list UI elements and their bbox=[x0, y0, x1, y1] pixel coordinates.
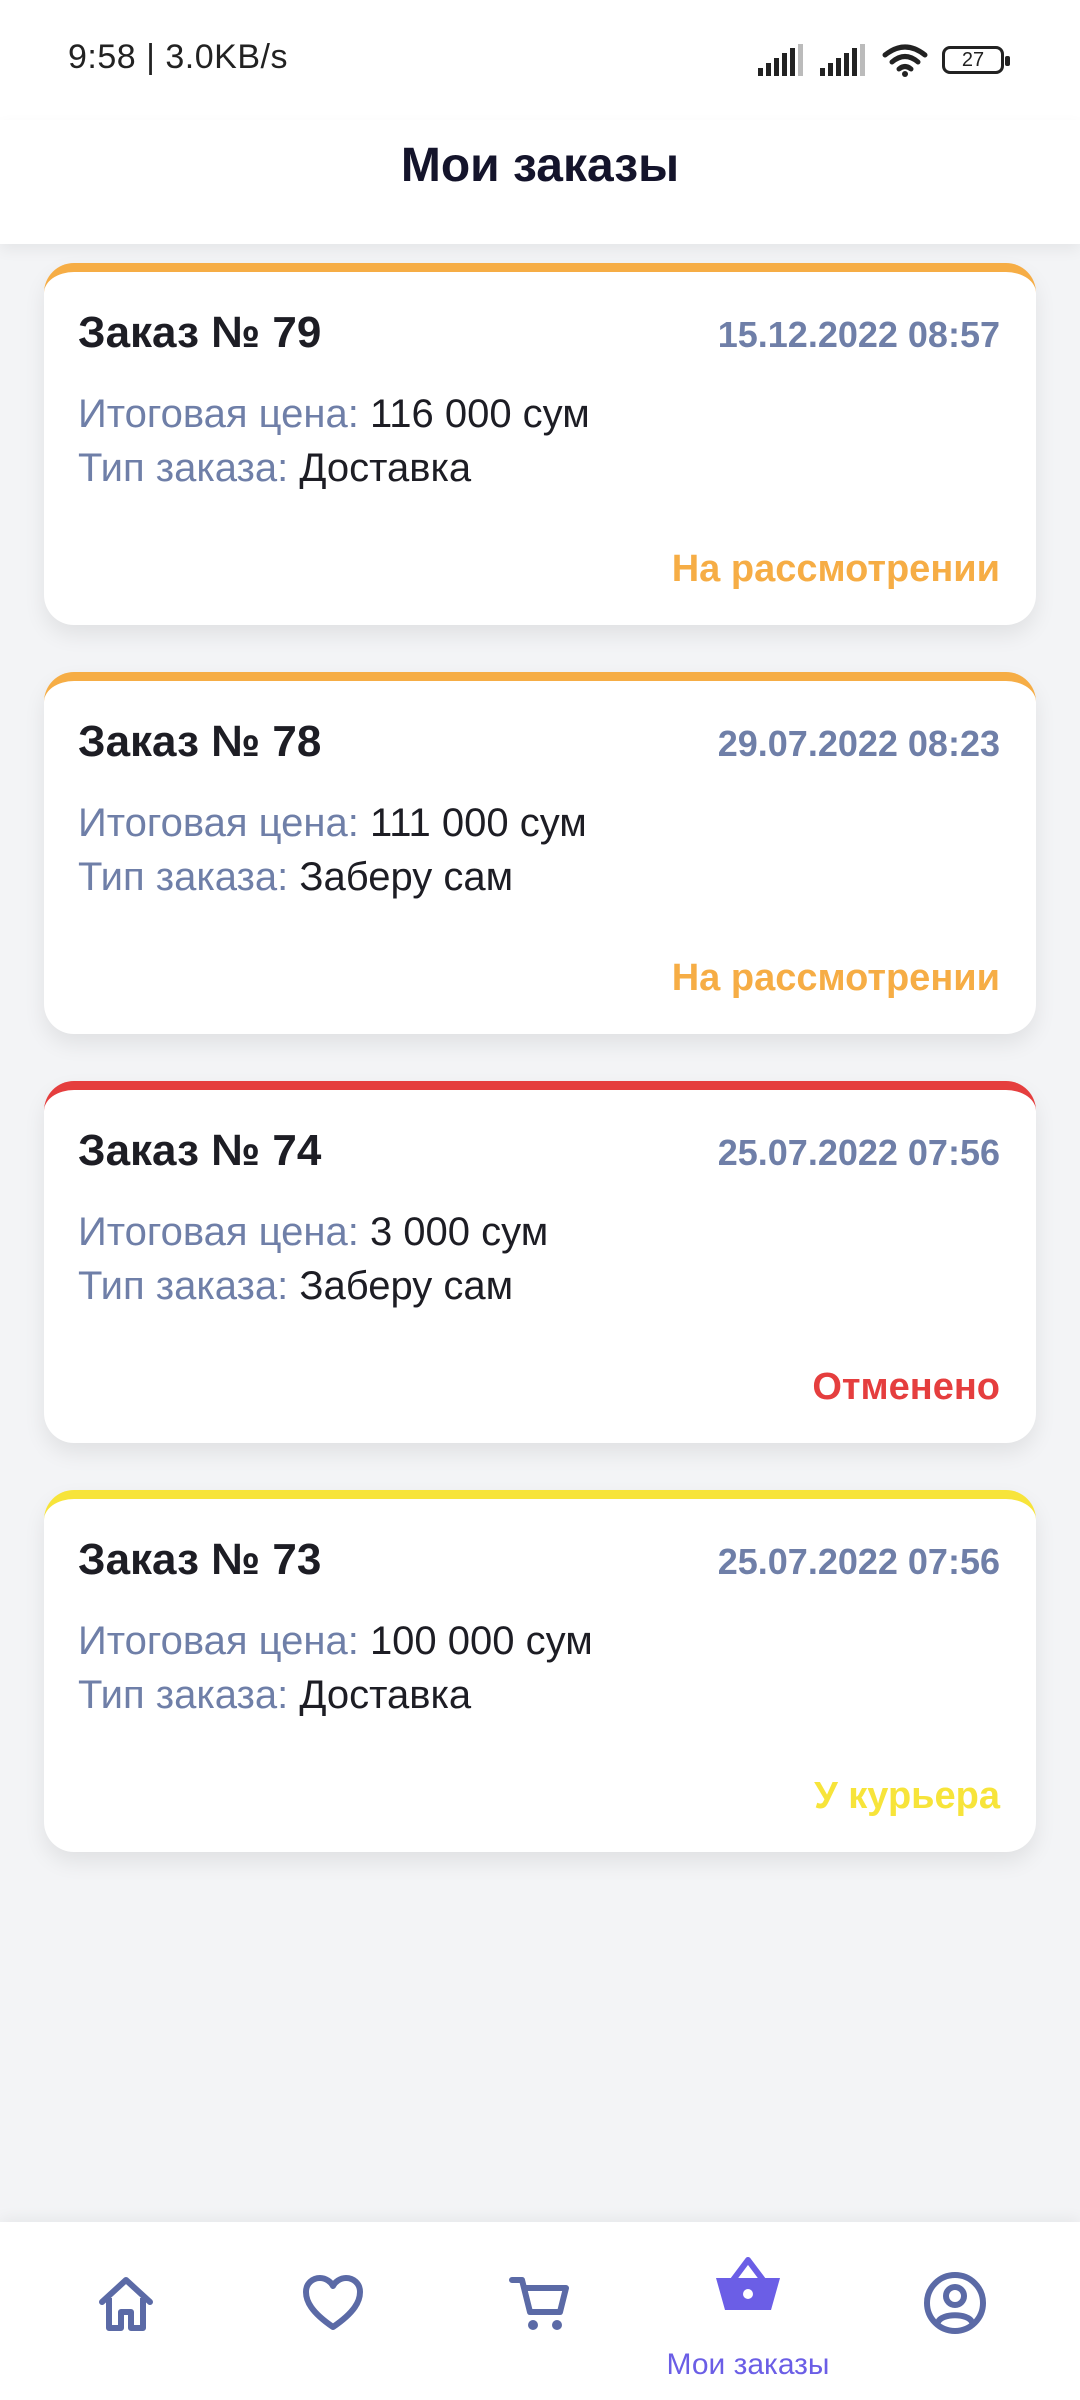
page-title: Мои заказы bbox=[400, 139, 680, 192]
order-price-label: Итоговая цена: bbox=[78, 1210, 359, 1254]
order-price-row: Итоговая цена: 116 000 сум bbox=[78, 392, 590, 437]
order-status: Отменено bbox=[812, 1366, 1000, 1408]
nav-favorites[interactable] bbox=[225, 2222, 441, 2400]
order-date: 25.07.2022 07:56 bbox=[717, 1541, 1000, 1582]
status-time: 9:58 | 3.0KB/s bbox=[68, 38, 288, 76]
nav-my-orders[interactable]: Мои заказы bbox=[640, 2222, 856, 2400]
wifi-icon bbox=[882, 44, 928, 77]
order-title: Заказ № 73 bbox=[78, 1535, 322, 1584]
order-price-label: Итоговая цена: bbox=[78, 1619, 359, 1663]
order-card[interactable]: Заказ № 79 15.12.2022 08:57 Итоговая цен… bbox=[44, 263, 1036, 625]
order-type-label: Тип заказа: bbox=[78, 1264, 289, 1308]
order-type-label: Тип заказа: bbox=[78, 1673, 289, 1717]
battery-icon: 27 bbox=[942, 46, 1010, 74]
cart-icon bbox=[509, 2277, 569, 2330]
nav-home[interactable] bbox=[18, 2222, 234, 2400]
signal-icon bbox=[758, 44, 803, 76]
order-date: 29.07.2022 08:23 bbox=[717, 723, 1000, 764]
order-price-label: Итоговая цена: bbox=[78, 392, 359, 436]
order-type-row: Тип заказа: Заберу сам bbox=[78, 1264, 513, 1309]
order-status: У курьера bbox=[814, 1775, 1000, 1817]
nav-my-orders-label: Мои заказы bbox=[666, 2348, 830, 2381]
order-type-value: Доставка bbox=[299, 446, 472, 490]
order-price-label: Итоговая цена: bbox=[78, 801, 359, 845]
bottom-navigation: Мои заказы bbox=[0, 2222, 1080, 2400]
order-title: Заказ № 79 bbox=[78, 308, 322, 357]
order-card[interactable]: Заказ № 73 25.07.2022 07:56 Итоговая цен… bbox=[44, 1490, 1036, 1852]
nav-cart[interactable] bbox=[432, 2222, 648, 2400]
order-price-row: Итоговая цена: 3 000 сум bbox=[78, 1210, 548, 1255]
order-type-value: Доставка bbox=[299, 1673, 472, 1717]
order-type-row: Тип заказа: Доставка bbox=[78, 446, 471, 491]
order-price-row: Итоговая цена: 111 000 сум bbox=[78, 801, 587, 846]
order-status: На рассмотрении bbox=[671, 548, 1000, 590]
home-icon bbox=[99, 2277, 153, 2331]
order-card[interactable]: Заказ № 74 25.07.2022 07:56 Итоговая цен… bbox=[44, 1081, 1036, 1443]
order-type-label: Тип заказа: bbox=[78, 855, 289, 899]
order-date: 15.12.2022 08:57 bbox=[717, 314, 1000, 355]
battery-level: 27 bbox=[961, 48, 985, 71]
signal-icon bbox=[820, 44, 865, 76]
order-title: Заказ № 74 bbox=[78, 1126, 322, 1175]
nav-profile[interactable] bbox=[847, 2222, 1063, 2400]
orders-list: Заказ № 79 15.12.2022 08:57 Итоговая цен… bbox=[44, 263, 1036, 1899]
order-type-label: Тип заказа: bbox=[78, 446, 289, 490]
order-price-row: Итоговая цена: 100 000 сум bbox=[78, 1619, 593, 1664]
order-price-value: 116 000 сум bbox=[369, 392, 590, 436]
order-type-row: Тип заказа: Доставка bbox=[78, 1673, 471, 1718]
heart-icon bbox=[303, 2275, 363, 2330]
order-status: На рассмотрении bbox=[671, 957, 1000, 999]
profile-icon bbox=[924, 2272, 986, 2334]
status-bar: 9:58 | 3.0KB/s 27 bbox=[0, 0, 1080, 120]
order-title: Заказ № 78 bbox=[78, 717, 322, 766]
order-price-value: 3 000 сум bbox=[369, 1210, 549, 1254]
order-price-value: 100 000 сум bbox=[369, 1619, 593, 1663]
order-type-row: Тип заказа: Заберу сам bbox=[78, 855, 513, 900]
header: Мои заказы bbox=[0, 120, 1080, 244]
order-date: 25.07.2022 07:56 bbox=[717, 1132, 1000, 1173]
order-type-value: Заберу сам bbox=[299, 1264, 514, 1308]
order-type-value: Заберу сам bbox=[299, 855, 514, 899]
status-icons: 27 bbox=[758, 38, 1010, 82]
order-card[interactable]: Заказ № 78 29.07.2022 08:23 Итоговая цен… bbox=[44, 672, 1036, 1034]
basket-icon bbox=[716, 2257, 780, 2310]
order-price-value: 111 000 сум bbox=[369, 801, 587, 845]
